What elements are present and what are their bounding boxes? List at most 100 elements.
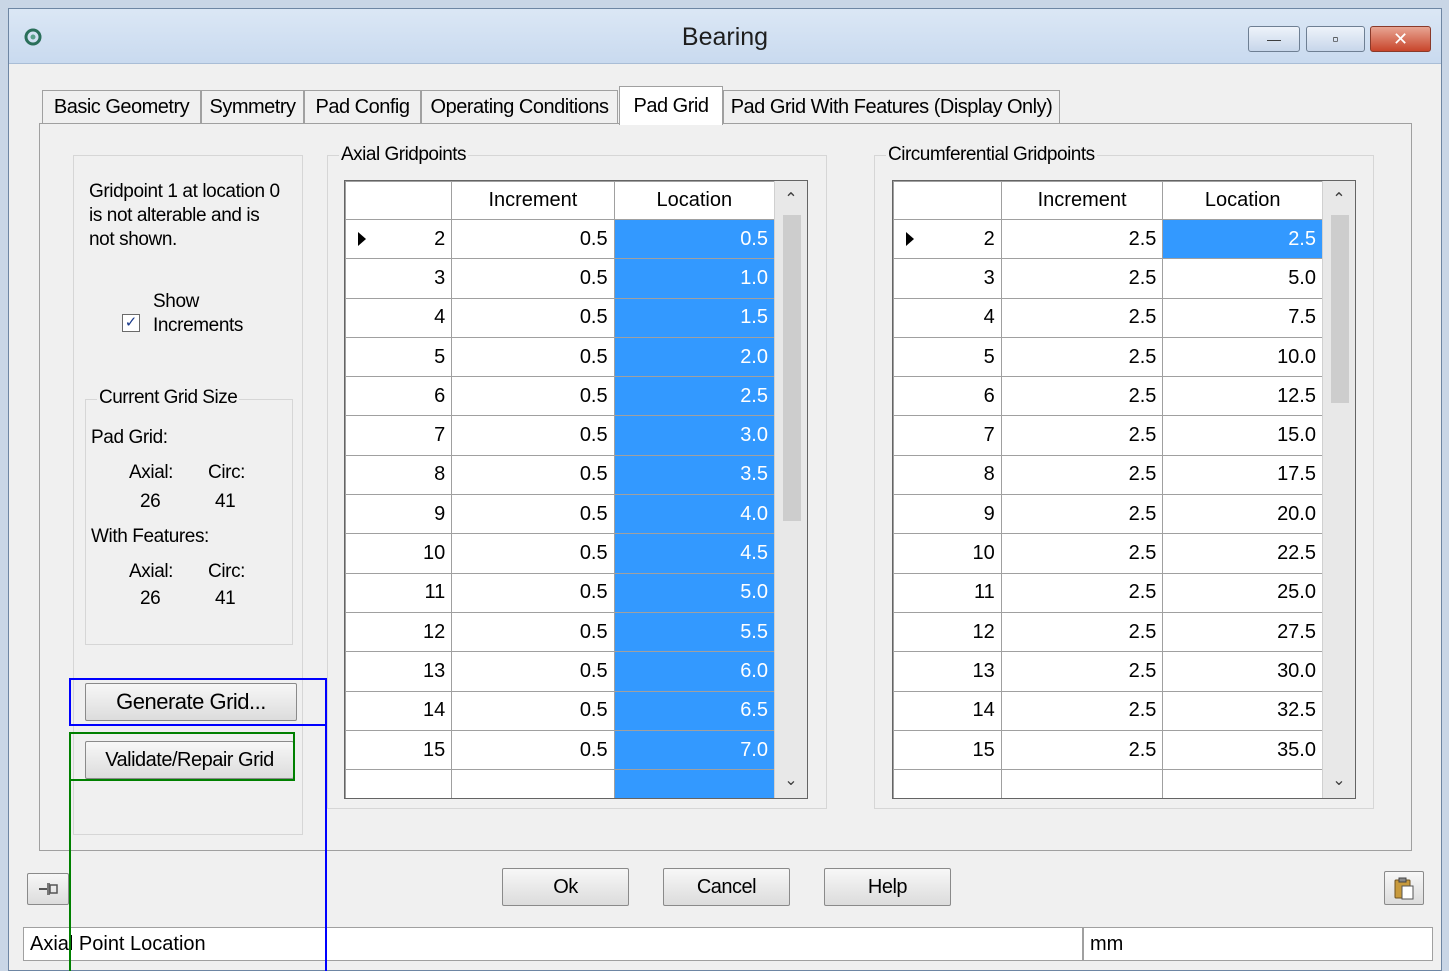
table-row[interactable] [893, 769, 1323, 798]
row-header[interactable]: 13 [345, 651, 453, 692]
row-header[interactable]: 9 [893, 494, 1002, 535]
axial-scroll-thumb[interactable] [783, 215, 801, 521]
location-cell[interactable]: 1.0 [613, 258, 776, 299]
row-header[interactable]: 8 [345, 454, 453, 496]
pin-button[interactable] [27, 873, 69, 905]
table-row[interactable]: 15 2.5 35.0 [893, 729, 1323, 771]
increment-cell[interactable]: 2.5 [1000, 218, 1164, 260]
axial-scrollbar[interactable]: ⌃ ⌄ [774, 181, 807, 798]
partial-cell[interactable] [1162, 769, 1323, 798]
table-row[interactable]: 5 2.5 10.0 [893, 336, 1323, 378]
increment-cell[interactable]: 2.5 [1000, 494, 1164, 535]
location-cell[interactable]: 15.0 [1162, 415, 1323, 456]
location-cell[interactable]: 5.0 [613, 572, 776, 613]
table-row[interactable]: 9 0.5 4.0 [345, 494, 776, 535]
increment-cell[interactable]: 2.5 [1000, 258, 1164, 299]
increment-cell[interactable]: 0.5 [451, 690, 615, 731]
table-row[interactable]: 14 2.5 32.5 [893, 690, 1323, 731]
tab-basic-geometry[interactable]: Basic Geometry [42, 90, 201, 123]
row-header[interactable]: 7 [345, 415, 453, 456]
table-row[interactable]: 7 2.5 15.0 [893, 415, 1323, 456]
location-cell[interactable]: 2.5 [1162, 218, 1323, 260]
tab-operating-conditions[interactable]: Operating Conditions [421, 90, 618, 123]
scroll-down-icon[interactable]: ⌄ [1323, 764, 1355, 796]
location-cell[interactable]: 35.0 [1162, 729, 1323, 771]
row-header[interactable]: 6 [893, 376, 1002, 417]
row-header[interactable]: 2 [893, 218, 1002, 260]
tab-pad-grid[interactable]: Pad Grid [619, 86, 723, 125]
row-header[interactable]: 2 [345, 218, 453, 260]
table-row[interactable]: 8 2.5 17.5 [893, 454, 1323, 496]
table-row[interactable]: 4 0.5 1.5 [345, 297, 776, 338]
row-header[interactable]: 10 [893, 533, 1002, 574]
increment-cell[interactable]: 0.5 [451, 415, 615, 456]
row-header[interactable]: 12 [893, 611, 1002, 653]
row-header[interactable]: 11 [893, 572, 1002, 613]
axial-grid[interactable]: Increment Location 2 0.5 0.5 3 0.5 1.0 4 0.5 1.5… [344, 180, 808, 799]
location-cell[interactable]: 6.0 [613, 651, 776, 692]
location-cell[interactable]: 5.5 [613, 611, 776, 653]
row-header[interactable]: 14 [345, 690, 453, 731]
scroll-up-icon[interactable]: ⌃ [775, 183, 807, 215]
location-cell[interactable]: 27.5 [1162, 611, 1323, 653]
axial-location-header[interactable]: Location [613, 181, 776, 220]
row-header[interactable]: 4 [345, 297, 453, 338]
location-cell[interactable]: 10.0 [1162, 336, 1323, 378]
row-header[interactable]: 5 [345, 336, 453, 378]
generate-grid-button[interactable]: Generate Grid... [85, 683, 297, 721]
increment-cell[interactable]: 2.5 [1000, 690, 1164, 731]
increment-cell[interactable]: 0.5 [451, 376, 615, 417]
location-cell[interactable]: 3.0 [613, 415, 776, 456]
increment-cell[interactable]: 0.5 [451, 258, 615, 299]
location-cell[interactable]: 22.5 [1162, 533, 1323, 574]
row-header[interactable]: 3 [345, 258, 453, 299]
increment-cell[interactable]: 2.5 [1000, 415, 1164, 456]
circ-grid[interactable]: Increment Location 2 2.5 2.5 3 2.5 5.0 4 2.5 7.5… [892, 180, 1356, 799]
table-row[interactable]: 5 0.5 2.0 [345, 336, 776, 378]
partial-cell[interactable] [893, 769, 1002, 798]
row-header[interactable]: 15 [893, 729, 1002, 771]
location-cell[interactable]: 3.5 [613, 454, 776, 496]
increment-cell[interactable]: 2.5 [1000, 533, 1164, 574]
table-row[interactable]: 13 2.5 30.0 [893, 651, 1323, 692]
increment-cell[interactable]: 0.5 [451, 651, 615, 692]
increment-cell[interactable]: 2.5 [1000, 572, 1164, 613]
table-row[interactable]: 2 0.5 0.5 [345, 218, 776, 260]
location-cell[interactable]: 2.5 [613, 376, 776, 417]
location-cell[interactable]: 25.0 [1162, 572, 1323, 613]
row-header[interactable]: 14 [893, 690, 1002, 731]
increment-cell[interactable]: 0.5 [451, 454, 615, 496]
location-cell[interactable]: 7.0 [613, 729, 776, 771]
location-cell[interactable]: 12.5 [1162, 376, 1323, 417]
cancel-button[interactable]: Cancel [663, 868, 790, 906]
location-cell[interactable]: 30.0 [1162, 651, 1323, 692]
increment-cell[interactable]: 2.5 [1000, 651, 1164, 692]
validate-repair-grid-button[interactable]: Validate/Repair Grid [85, 741, 294, 779]
location-cell[interactable]: 5.0 [1162, 258, 1323, 299]
location-cell[interactable]: 6.5 [613, 690, 776, 731]
increment-cell[interactable]: 2.5 [1000, 454, 1164, 496]
row-header[interactable]: 12 [345, 611, 453, 653]
close-button[interactable]: ✕ [1370, 26, 1431, 52]
partial-cell[interactable] [613, 769, 776, 798]
partial-cell[interactable] [451, 769, 615, 798]
circ-scroll-thumb[interactable] [1331, 215, 1349, 403]
row-header[interactable]: 8 [893, 454, 1002, 496]
row-header[interactable]: 9 [345, 494, 453, 535]
increment-cell[interactable]: 2.5 [1000, 376, 1164, 417]
table-row[interactable]: 3 2.5 5.0 [893, 258, 1323, 299]
location-cell[interactable]: 2.0 [613, 336, 776, 378]
increment-cell[interactable]: 0.5 [451, 611, 615, 653]
table-row[interactable]: 11 2.5 25.0 [893, 572, 1323, 613]
row-header[interactable]: 7 [893, 415, 1002, 456]
row-header[interactable]: 15 [345, 729, 453, 771]
circ-increment-header[interactable]: Increment [1000, 181, 1164, 220]
increment-cell[interactable]: 0.5 [451, 494, 615, 535]
location-cell[interactable]: 1.5 [613, 297, 776, 338]
row-header[interactable]: 11 [345, 572, 453, 613]
row-header[interactable]: 4 [893, 297, 1002, 338]
row-header[interactable]: 13 [893, 651, 1002, 692]
increment-cell[interactable]: 2.5 [1000, 611, 1164, 653]
table-row[interactable]: 10 0.5 4.5 [345, 533, 776, 574]
increment-cell[interactable]: 2.5 [1000, 297, 1164, 338]
